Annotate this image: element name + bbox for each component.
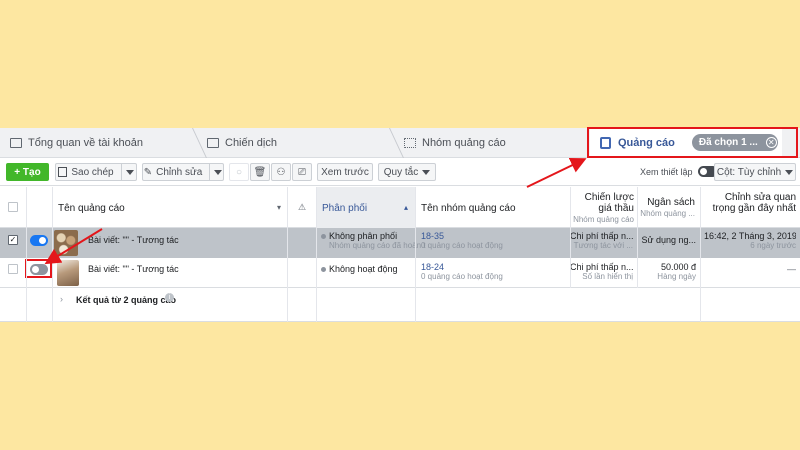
arrow-to-toggle bbox=[44, 228, 103, 265]
annotation-arrows bbox=[44, 158, 587, 265]
arrow-to-ads-tab bbox=[526, 158, 587, 188]
